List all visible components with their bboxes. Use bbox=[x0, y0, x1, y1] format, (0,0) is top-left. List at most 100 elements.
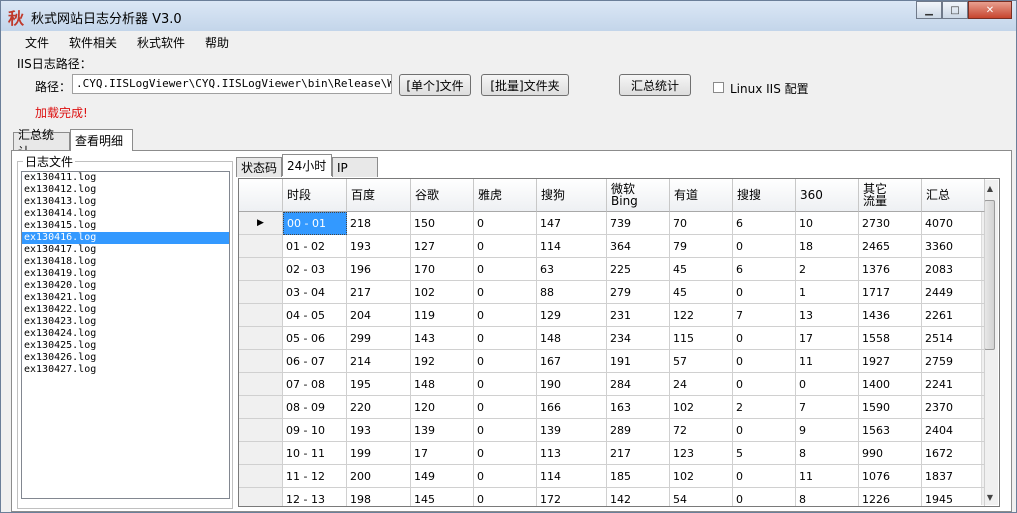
row-header[interactable] bbox=[239, 465, 283, 488]
table-cell[interactable]: 123 bbox=[670, 442, 733, 465]
table-cell[interactable]: 04 - 05 bbox=[283, 304, 347, 327]
log-file-item[interactable]: ex130416.log bbox=[22, 232, 229, 244]
table-cell[interactable]: 1672 bbox=[922, 442, 985, 465]
table-cell[interactable]: 0 bbox=[474, 488, 537, 506]
table-cell[interactable]: 1400 bbox=[859, 373, 922, 396]
table-cell[interactable]: 192 bbox=[411, 350, 474, 373]
table-cell[interactable]: 09 - 10 bbox=[283, 419, 347, 442]
table-cell[interactable]: 196 bbox=[347, 258, 411, 281]
log-file-item[interactable]: ex130414.log bbox=[22, 208, 229, 220]
table-cell[interactable]: 6 bbox=[733, 212, 796, 235]
table-cell[interactable]: 142 bbox=[607, 488, 670, 506]
table-cell[interactable]: 1927 bbox=[859, 350, 922, 373]
row-header[interactable] bbox=[239, 396, 283, 419]
table-cell[interactable]: 2465 bbox=[859, 235, 922, 258]
table-cell[interactable]: 1563 bbox=[859, 419, 922, 442]
table-cell[interactable]: 1076 bbox=[859, 465, 922, 488]
table-cell[interactable]: 148 bbox=[537, 327, 607, 350]
table-cell[interactable]: 191 bbox=[607, 350, 670, 373]
column-header[interactable]: 有道 bbox=[670, 179, 733, 212]
table-cell[interactable]: 0 bbox=[474, 212, 537, 235]
table-cell[interactable]: 1945 bbox=[922, 488, 985, 506]
column-header[interactable]: 汇总 bbox=[922, 179, 985, 212]
hourly-data-grid[interactable]: ▲ ▼ 时段 百度 谷歌 雅虎 搜狗 微软 Bing 有道 搜搜 360 其它 流量 汇总 ▶ 00 -… bbox=[238, 178, 1000, 507]
column-header[interactable]: 搜搜 bbox=[733, 179, 796, 212]
table-row[interactable]: 09 - 10 193 139 0 139 289 72 0 9 1563 2404 bbox=[239, 419, 985, 442]
log-file-item[interactable]: ex130418.log bbox=[22, 256, 229, 268]
table-cell[interactable]: 231 bbox=[607, 304, 670, 327]
table-cell[interactable]: 1590 bbox=[859, 396, 922, 419]
table-cell[interactable]: 18 bbox=[796, 235, 859, 258]
log-file-item[interactable]: ex130421.log bbox=[22, 292, 229, 304]
table-cell[interactable]: 115 bbox=[670, 327, 733, 350]
log-file-item[interactable]: ex130413.log bbox=[22, 196, 229, 208]
table-cell[interactable]: 00 - 01 bbox=[283, 212, 347, 235]
table-cell[interactable]: 166 bbox=[537, 396, 607, 419]
table-cell[interactable]: 12 - 13 bbox=[283, 488, 347, 506]
row-header[interactable] bbox=[239, 419, 283, 442]
table-cell[interactable]: 02 - 03 bbox=[283, 258, 347, 281]
summary-stats-button[interactable]: 汇总统计 bbox=[619, 74, 691, 96]
table-cell[interactable]: 218 bbox=[347, 212, 411, 235]
table-row[interactable]: 03 - 04 217 102 0 88 279 45 0 1 1717 2449 bbox=[239, 281, 985, 304]
table-cell[interactable]: 204 bbox=[347, 304, 411, 327]
path-input[interactable]: .CYQ.IISLogViewer\CYQ.IISLogViewer\bin\R… bbox=[72, 74, 392, 94]
menu-help[interactable]: 帮助 bbox=[195, 34, 239, 52]
table-cell[interactable]: 289 bbox=[607, 419, 670, 442]
log-file-item[interactable]: ex130426.log bbox=[22, 352, 229, 364]
log-file-item[interactable]: ex130417.log bbox=[22, 244, 229, 256]
table-cell[interactable]: 9 bbox=[796, 419, 859, 442]
table-cell[interactable]: 147 bbox=[537, 212, 607, 235]
table-row[interactable]: 04 - 05 204 119 0 129 231 122 7 13 1436 2261 bbox=[239, 304, 985, 327]
table-cell[interactable]: 13 bbox=[796, 304, 859, 327]
table-cell[interactable]: 06 - 07 bbox=[283, 350, 347, 373]
table-cell[interactable]: 8 bbox=[796, 488, 859, 506]
table-cell[interactable]: 54 bbox=[670, 488, 733, 506]
table-cell[interactable]: 0 bbox=[733, 373, 796, 396]
table-cell[interactable]: 7 bbox=[733, 304, 796, 327]
table-cell[interactable]: 102 bbox=[670, 396, 733, 419]
maximize-icon[interactable]: □ bbox=[942, 1, 968, 19]
table-cell[interactable]: 2 bbox=[733, 396, 796, 419]
table-cell[interactable]: 24 bbox=[670, 373, 733, 396]
table-cell[interactable]: 0 bbox=[474, 281, 537, 304]
table-cell[interactable]: 185 bbox=[607, 465, 670, 488]
table-cell[interactable]: 0 bbox=[796, 373, 859, 396]
table-cell[interactable]: 57 bbox=[670, 350, 733, 373]
table-cell[interactable]: 120 bbox=[411, 396, 474, 419]
column-header[interactable]: 360 bbox=[796, 179, 859, 212]
column-header[interactable]: 搜狗 bbox=[537, 179, 607, 212]
table-cell[interactable]: 8 bbox=[796, 442, 859, 465]
table-cell[interactable]: 17 bbox=[796, 327, 859, 350]
log-file-item[interactable]: ex130412.log bbox=[22, 184, 229, 196]
table-cell[interactable]: 2 bbox=[796, 258, 859, 281]
table-cell[interactable]: 5 bbox=[733, 442, 796, 465]
table-cell[interactable]: 2241 bbox=[922, 373, 985, 396]
table-cell[interactable]: 2370 bbox=[922, 396, 985, 419]
tab-24-hours[interactable]: 24小时 bbox=[282, 154, 332, 176]
table-row[interactable]: 05 - 06 299 143 0 148 234 115 0 17 1558 2514 bbox=[239, 327, 985, 350]
table-cell[interactable]: 990 bbox=[859, 442, 922, 465]
column-header[interactable]: 时段 bbox=[283, 179, 347, 212]
column-header[interactable]: 谷歌 bbox=[411, 179, 474, 212]
table-cell[interactable]: 122 bbox=[670, 304, 733, 327]
table-row[interactable]: ▶ 00 - 01 218 150 0 147 739 70 6 10 2730 4070 bbox=[239, 212, 985, 235]
table-cell[interactable]: 4070 bbox=[922, 212, 985, 235]
column-header[interactable]: 雅虎 bbox=[474, 179, 537, 212]
table-cell[interactable]: 10 - 11 bbox=[283, 442, 347, 465]
table-cell[interactable]: 149 bbox=[411, 465, 474, 488]
table-cell[interactable]: 1837 bbox=[922, 465, 985, 488]
table-cell[interactable]: 11 bbox=[796, 350, 859, 373]
tab-ip[interactable]: IP bbox=[332, 157, 378, 177]
minimize-icon[interactable]: ▁ bbox=[916, 1, 942, 19]
table-row[interactable]: 08 - 09 220 120 0 166 163 102 2 7 1590 2370 bbox=[239, 396, 985, 419]
table-cell[interactable]: 03 - 04 bbox=[283, 281, 347, 304]
table-cell[interactable]: 17 bbox=[411, 442, 474, 465]
table-cell[interactable]: 739 bbox=[607, 212, 670, 235]
log-file-item[interactable]: ex130423.log bbox=[22, 316, 229, 328]
row-header[interactable] bbox=[239, 442, 283, 465]
menu-software-related[interactable]: 软件相关 bbox=[59, 34, 127, 52]
column-header[interactable]: 百度 bbox=[347, 179, 411, 212]
table-cell[interactable]: 2261 bbox=[922, 304, 985, 327]
table-row[interactable]: 12 - 13 198 145 0 172 142 54 0 8 1226 1945 bbox=[239, 488, 985, 506]
